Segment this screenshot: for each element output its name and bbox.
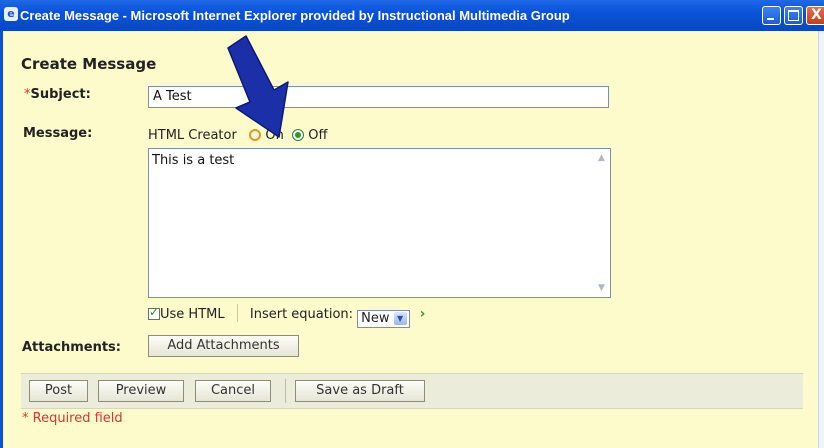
annotation-arrow-icon [227, 35, 289, 138]
